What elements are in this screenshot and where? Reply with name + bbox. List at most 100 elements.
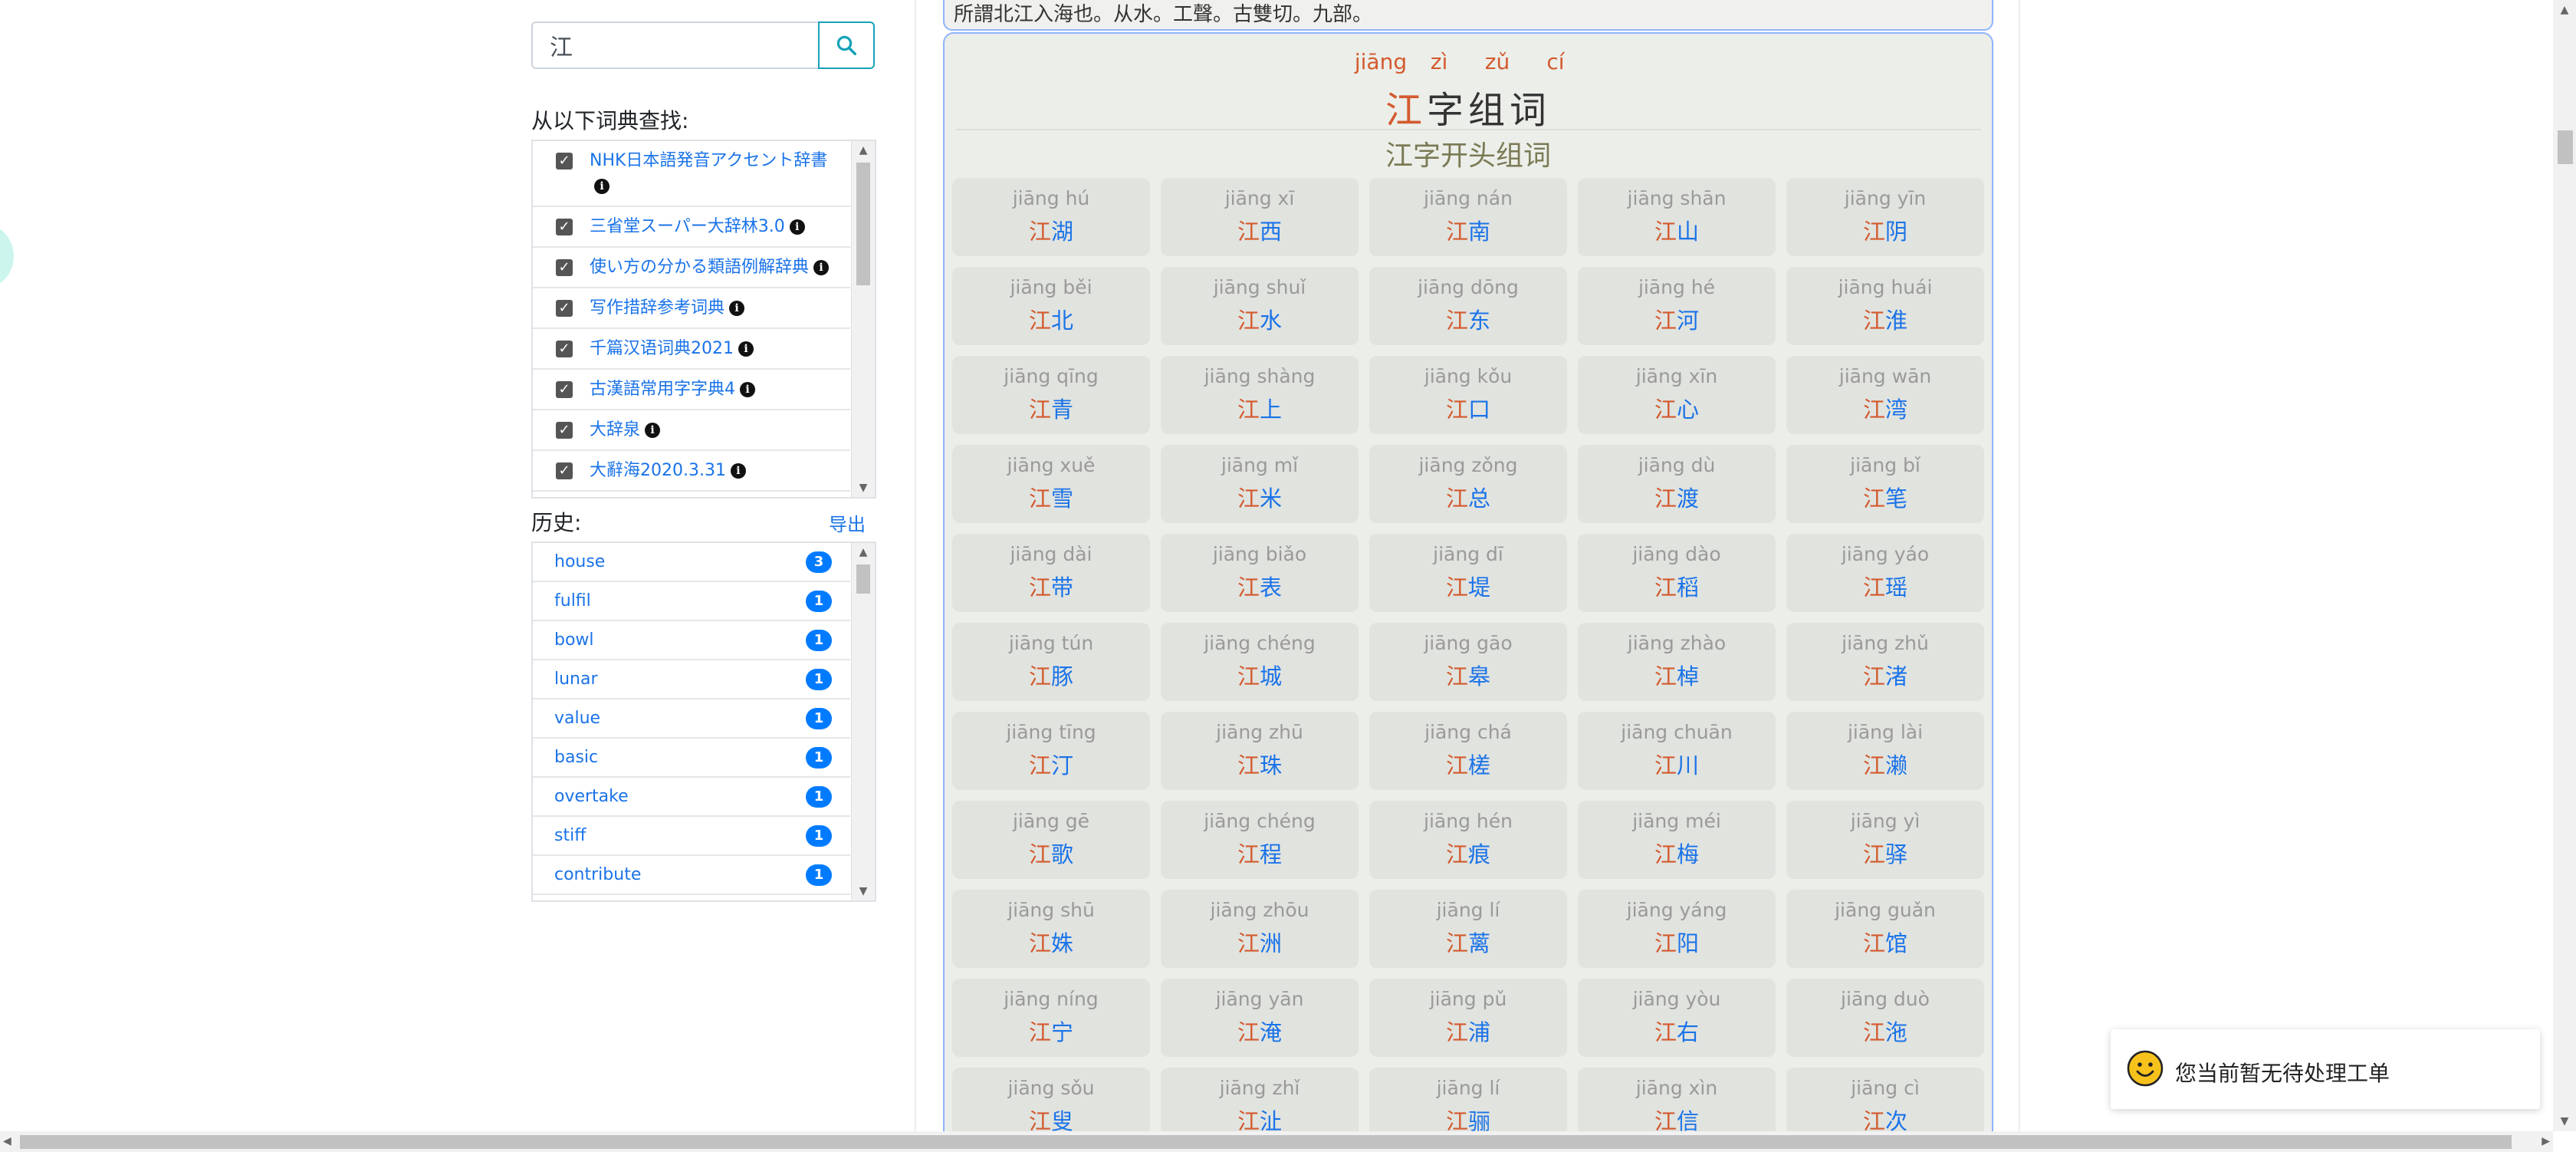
scroll-down-icon[interactable]: ▼ bbox=[852, 482, 875, 494]
word-card[interactable]: jiāng tún 江豚 bbox=[952, 623, 1150, 701]
history-word[interactable]: contribute bbox=[554, 865, 641, 884]
word-card[interactable]: jiāng duò 江沲 bbox=[1786, 979, 1984, 1057]
history-word[interactable]: value bbox=[554, 709, 600, 728]
word-card[interactable]: jiāng xī 江西 bbox=[1161, 178, 1359, 256]
word-card[interactable]: jiāng chuān 江川 bbox=[1578, 712, 1776, 790]
word-card[interactable]: jiāng bǐ 江笔 bbox=[1786, 445, 1984, 523]
dictionary-name[interactable]: 古漢語常用字字典4 i bbox=[590, 377, 841, 402]
scroll-up-icon[interactable]: ▲ bbox=[852, 546, 875, 558]
word-card[interactable]: jiāng yáo 江瑶 bbox=[1786, 534, 1984, 612]
page-scrollbar[interactable]: ▲ ▼ bbox=[2553, 0, 2576, 1131]
dictionary-name[interactable]: 千篇汉语词典2021 i bbox=[590, 336, 841, 361]
scroll-right-icon[interactable]: ▶ bbox=[2542, 1131, 2550, 1152]
word-card[interactable]: jiāng xuě 江雪 bbox=[952, 445, 1150, 523]
search-button[interactable] bbox=[818, 21, 875, 69]
dictionary-name[interactable]: NHK日本語発音アクセント辞書 i bbox=[590, 148, 841, 199]
word-card[interactable]: jiāng chá 江槎 bbox=[1369, 712, 1567, 790]
scroll-up-icon[interactable]: ▲ bbox=[2553, 0, 2576, 20]
word-card[interactable]: jiāng tīng 江汀 bbox=[952, 712, 1150, 790]
word-card[interactable]: jiāng níng 江宁 bbox=[952, 979, 1150, 1057]
export-link[interactable]: 导出 bbox=[829, 509, 866, 536]
info-icon[interactable]: i bbox=[789, 219, 805, 235]
word-card[interactable]: jiāng yān 江淹 bbox=[1161, 979, 1359, 1057]
info-icon[interactable]: i bbox=[738, 341, 754, 357]
word-card[interactable]: jiāng zhào 江棹 bbox=[1578, 623, 1776, 701]
word-card[interactable]: jiāng guǎn 江馆 bbox=[1786, 890, 1984, 968]
history-word[interactable]: basic bbox=[554, 748, 598, 767]
word-card[interactable]: jiāng shū 江姝 bbox=[952, 890, 1150, 968]
info-icon[interactable]: i bbox=[645, 423, 661, 438]
word-card[interactable]: jiāng pǔ 江浦 bbox=[1369, 979, 1567, 1057]
scroll-down-icon[interactable]: ▼ bbox=[2553, 1111, 2576, 1131]
dictionary-item[interactable]: ✓ 三省堂スーパー大辞林3.0 i bbox=[533, 207, 850, 248]
history-scrollbar[interactable]: ▲ ▼ bbox=[851, 543, 875, 900]
dictionary-name[interactable]: 使い方の分かる類語例解辞典 i bbox=[590, 255, 841, 280]
info-icon[interactable]: i bbox=[594, 179, 610, 194]
checkbox[interactable]: ✓ bbox=[556, 381, 573, 398]
history-item[interactable]: house 3 bbox=[533, 543, 850, 582]
word-card[interactable]: jiāng chéng 江城 bbox=[1161, 623, 1359, 701]
dictionary-item[interactable]: ✓ NHK日本語発音アクセント辞書 i bbox=[533, 141, 850, 207]
word-card[interactable]: jiāng zǒng 江总 bbox=[1369, 445, 1567, 523]
history-item[interactable]: value 1 bbox=[533, 699, 850, 739]
word-card[interactable]: jiāng biǎo 江表 bbox=[1161, 534, 1359, 612]
scrollbar-thumb[interactable] bbox=[856, 163, 870, 285]
word-card[interactable]: jiāng qīng 江青 bbox=[952, 356, 1150, 434]
word-card[interactable]: jiāng yì 江驿 bbox=[1786, 801, 1984, 879]
info-icon[interactable]: i bbox=[813, 260, 830, 275]
word-card[interactable]: jiāng gē 江歌 bbox=[952, 801, 1150, 879]
checkbox[interactable]: ✓ bbox=[556, 341, 573, 357]
horizontal-scrollbar[interactable]: ◀ ▶ bbox=[0, 1131, 2553, 1152]
word-card[interactable]: jiāng dù 江渡 bbox=[1578, 445, 1776, 523]
scroll-down-icon[interactable]: ▼ bbox=[852, 885, 875, 897]
word-card[interactable]: jiāng kǒu 江口 bbox=[1369, 356, 1567, 434]
dictionary-name[interactable]: 大辭海2020.3.31 i bbox=[590, 458, 841, 483]
dictionary-item[interactable]: ✓ 大辞泉 i bbox=[533, 410, 850, 451]
checkbox[interactable]: ✓ bbox=[556, 153, 573, 170]
dictionary-item[interactable]: ✓ 古漢語常用字字典4 i bbox=[533, 370, 850, 410]
dictionary-item[interactable]: ✓ 千篇汉语词典2021 i bbox=[533, 329, 850, 370]
word-card[interactable]: jiāng shān 江山 bbox=[1578, 178, 1776, 256]
word-card[interactable]: jiāng wān 江湾 bbox=[1786, 356, 1984, 434]
dictionary-item[interactable]: ✓ 写作措辞参考词典 i bbox=[533, 288, 850, 329]
search-input[interactable] bbox=[531, 21, 818, 69]
word-card[interactable]: jiāng gāo 江皋 bbox=[1369, 623, 1567, 701]
word-card[interactable]: jiāng méi 江梅 bbox=[1578, 801, 1776, 879]
info-icon[interactable]: i bbox=[740, 382, 755, 397]
history-item[interactable]: lunar 1 bbox=[533, 660, 850, 699]
word-card[interactable]: jiāng zhū 江珠 bbox=[1161, 712, 1359, 790]
checkbox[interactable]: ✓ bbox=[556, 300, 573, 317]
word-card[interactable]: jiāng xīn 江心 bbox=[1578, 356, 1776, 434]
history-item[interactable]: stiff 1 bbox=[533, 817, 850, 856]
dictionary-item[interactable]: ✓ 使い方の分かる類語例解辞典 i bbox=[533, 248, 850, 288]
word-card[interactable]: jiāng mǐ 江米 bbox=[1161, 445, 1359, 523]
word-card[interactable]: jiāng lí 江蓠 bbox=[1369, 890, 1567, 968]
scrollbar-thumb[interactable] bbox=[20, 1135, 2512, 1149]
word-card[interactable]: jiāng shàng 江上 bbox=[1161, 356, 1359, 434]
word-card[interactable]: jiāng dài 江带 bbox=[952, 534, 1150, 612]
word-card[interactable]: jiāng zhōu 江洲 bbox=[1161, 890, 1359, 968]
word-card[interactable]: jiāng yáng 江阳 bbox=[1578, 890, 1776, 968]
checkbox[interactable]: ✓ bbox=[556, 422, 573, 439]
word-card[interactable]: jiāng shuǐ 江水 bbox=[1161, 267, 1359, 345]
history-word[interactable]: stiff bbox=[554, 826, 586, 845]
dictionary-name[interactable]: 大辞泉 i bbox=[590, 417, 841, 443]
word-card[interactable]: jiāng dào 江稻 bbox=[1578, 534, 1776, 612]
word-card[interactable]: jiāng chéng 江程 bbox=[1161, 801, 1359, 879]
word-card[interactable]: jiāng lài 江濑 bbox=[1786, 712, 1984, 790]
notification-toast[interactable]: 您当前暂无待处理工单 bbox=[2111, 1029, 2540, 1109]
info-icon[interactable]: i bbox=[730, 463, 746, 479]
word-card[interactable]: jiāng běi 江北 bbox=[952, 267, 1150, 345]
dictionary-scrollbar[interactable]: ▲ ▼ bbox=[851, 141, 875, 497]
word-card[interactable]: jiāng zhǔ 江渚 bbox=[1786, 623, 1984, 701]
scrollbar-thumb[interactable] bbox=[856, 564, 870, 594]
history-word[interactable]: house bbox=[554, 552, 605, 571]
history-item[interactable]: bowl 1 bbox=[533, 621, 850, 660]
scrollbar-thumb[interactable] bbox=[2558, 130, 2573, 164]
word-card[interactable]: jiāng hú 江湖 bbox=[952, 178, 1150, 256]
dictionary-name[interactable]: 写作措辞参考词典 i bbox=[590, 295, 841, 321]
word-card[interactable]: jiāng dōng 江东 bbox=[1369, 267, 1567, 345]
word-card[interactable]: jiāng yòu 江右 bbox=[1578, 979, 1776, 1057]
word-card[interactable]: jiāng hén 江痕 bbox=[1369, 801, 1567, 879]
word-card[interactable]: jiāng nán 江南 bbox=[1369, 178, 1567, 256]
